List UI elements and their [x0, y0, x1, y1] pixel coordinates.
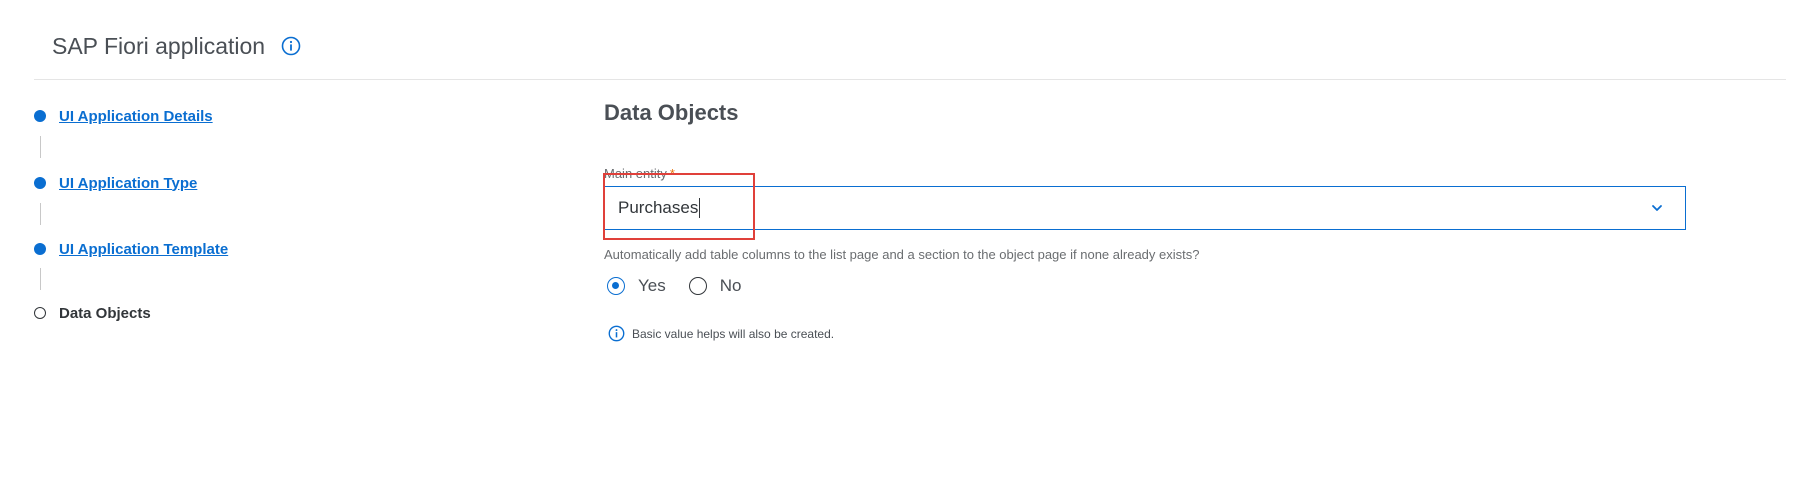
info-note: Basic value helps will also be created.: [608, 325, 834, 342]
auto-add-radio-group: Yes No: [607, 274, 741, 298]
required-marker: *: [669, 166, 675, 181]
main-entity-label: Main entity *: [604, 166, 675, 181]
step-ui-application-type[interactable]: UI Application Type: [34, 173, 197, 193]
step-ui-application-details[interactable]: UI Application Details: [34, 106, 213, 126]
main-entity-label-text: Main entity: [604, 166, 667, 181]
main-entity-select[interactable]: Purchases: [604, 186, 1686, 230]
section-title: Data Objects: [604, 100, 739, 125]
page-header: SAP Fiori application: [52, 30, 301, 62]
step-completed-dot: [34, 243, 46, 255]
info-icon: [608, 325, 625, 342]
info-icon[interactable]: [281, 36, 301, 56]
radio-no-label[interactable]: No: [720, 276, 742, 296]
radio-yes-label[interactable]: Yes: [638, 276, 666, 296]
step-link[interactable]: UI Application Type: [59, 175, 197, 192]
info-note-text: Basic value helps will also be created.: [632, 326, 835, 341]
chevron-down-icon[interactable]: [1649, 200, 1665, 216]
step-connector: [40, 268, 41, 290]
step-label: Data Objects: [59, 304, 151, 322]
app-title: SAP Fiori application: [52, 32, 266, 59]
auto-add-question: Automatically add table columns to the l…: [604, 247, 1200, 262]
step-completed-dot: [34, 110, 46, 122]
step-completed-dot: [34, 177, 46, 189]
step-data-objects: Data Objects: [34, 303, 151, 323]
step-ui-application-template[interactable]: UI Application Template: [34, 239, 228, 259]
step-connector: [40, 136, 41, 158]
step-current-dot: [34, 307, 46, 319]
radio-yes[interactable]: [607, 277, 625, 295]
step-link[interactable]: UI Application Details: [59, 108, 213, 125]
step-connector: [40, 203, 41, 225]
wizard-page: SAP Fiori application UI Application Det…: [0, 0, 1814, 486]
main-entity-value[interactable]: Purchases: [618, 198, 701, 218]
header-divider: [34, 79, 1786, 80]
radio-no[interactable]: [688, 277, 707, 295]
step-link[interactable]: UI Application Template: [59, 241, 228, 258]
